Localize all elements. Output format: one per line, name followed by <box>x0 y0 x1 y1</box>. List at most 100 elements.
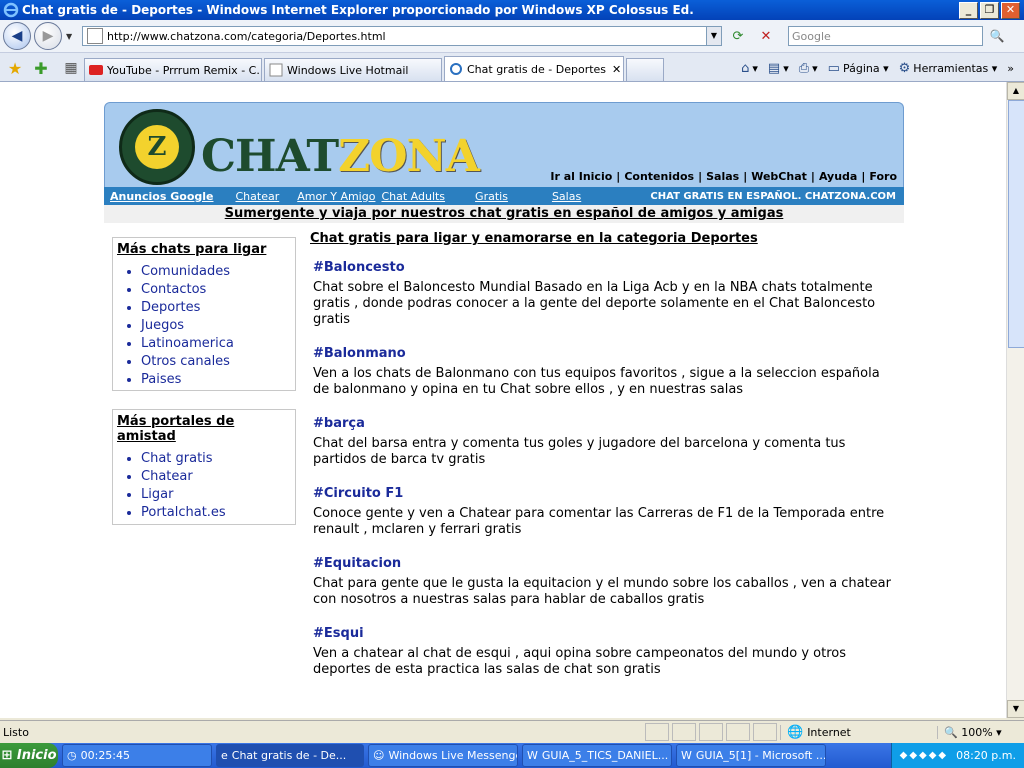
youtube-icon <box>89 65 103 75</box>
menu-chat-adults[interactable]: Chat Adults <box>381 190 445 203</box>
sidebar-link[interactable]: Paises <box>141 371 295 389</box>
nav-webchat[interactable]: WebChat <box>751 170 807 183</box>
nav-ayuda[interactable]: Ayuda <box>819 170 857 183</box>
home-icon: ⌂ <box>741 60 750 76</box>
history-dropdown-icon[interactable]: ▼ <box>66 32 76 41</box>
chat-entry: #Baloncesto Chat sobre el Baloncesto Mun… <box>313 260 894 328</box>
tools-menu[interactable]: ⚙ Herramientas ▾ <box>899 61 998 76</box>
window-titlebar: Chat gratis de - Deportes - Windows Inte… <box>0 0 1024 20</box>
window-title: Chat gratis de - Deportes - Windows Inte… <box>22 3 694 17</box>
tab-label: Windows Live Hotmail <box>287 63 409 77</box>
sidebar-link[interactable]: Juegos <box>141 317 295 335</box>
site-tagline: Sumergente y viaja por nuestros chat gra… <box>104 205 904 223</box>
address-dropdown-icon[interactable]: ▼ <box>706 27 721 45</box>
add-favorite-icon[interactable]: ✚ <box>30 57 52 79</box>
taskbar-item-word2[interactable]: W GUIA_5[1] - Microsoft ... <box>676 744 826 767</box>
chatzona-site: Z CHATZONA Ir al Inicio | Contenidos | Salas… <box>104 102 904 718</box>
tools-menu-label: Herramientas <box>913 61 989 75</box>
print-button[interactable]: ⎙ ▾ <box>799 61 818 76</box>
sidebar-link[interactable]: Ligar <box>141 486 295 504</box>
chat-entry-title[interactable]: #Circuito F1 <box>313 486 894 501</box>
taskbar-item-timer[interactable]: ◷ 00:25:45 <box>62 744 212 767</box>
status-cell <box>726 723 750 741</box>
more-chevron-icon[interactable]: » <box>1007 62 1014 75</box>
taskbar-item-label: Chat gratis de - De... <box>231 749 347 762</box>
back-button[interactable]: ◀ <box>3 22 31 50</box>
sidebar-link[interactable]: Otros canales <box>141 353 295 371</box>
messenger-icon: ☺ <box>373 749 385 762</box>
scroll-down-icon[interactable]: ▼ <box>1007 700 1024 718</box>
main-content: Chat gratis para ligar y enamorarse en l… <box>310 231 894 696</box>
nav-foro[interactable]: Foro <box>869 170 897 183</box>
sidebar-link[interactable]: Latinoamerica <box>141 335 295 353</box>
sidebar-link[interactable]: Portalchat.es <box>141 504 295 522</box>
lock-icon <box>753 723 777 741</box>
chat-entry: #Esqui Ven a chatear al chat de esqui , … <box>313 626 894 678</box>
page-menu[interactable]: ▭ Página ▾ <box>828 61 889 76</box>
category-heading: Chat gratis para ligar y enamorarse en l… <box>310 231 758 246</box>
sidebar-box-portales: Más portales de amistad Chat gratis Chat… <box>112 409 296 525</box>
refresh-icon[interactable]: ⟳ <box>726 25 750 47</box>
nav-contenidos[interactable]: Contenidos <box>624 170 694 183</box>
vertical-scrollbar[interactable]: ▲ ▼ <box>1006 82 1024 718</box>
sidebar-link[interactable]: Chatear <box>141 468 295 486</box>
scroll-thumb[interactable] <box>1008 100 1024 348</box>
chat-entry-title[interactable]: #Equitacion <box>313 556 894 571</box>
address-field[interactable]: http://www.chatzona.com/categoria/Deport… <box>82 26 722 46</box>
taskbar-item-messenger[interactable]: ☺ Windows Live Messenger <box>368 744 518 767</box>
chat-entry-title[interactable]: #Baloncesto <box>313 260 894 275</box>
address-url[interactable]: http://www.chatzona.com/categoria/Deport… <box>107 30 706 43</box>
scroll-up-icon[interactable]: ▲ <box>1007 82 1024 100</box>
close-window-button[interactable]: ✕ <box>1001 1 1020 19</box>
globe-icon: 🌐 <box>787 724 804 740</box>
chat-entry-desc: Ven a chatear al chat de esqui , aqui op… <box>313 646 846 677</box>
sidebar-link[interactable]: Contactos <box>141 281 295 299</box>
logo-badge-letter: Z <box>135 125 179 169</box>
chat-entry: #Balonmano Ven a los chats de Balonmano … <box>313 346 894 398</box>
tab-chatzona[interactable]: Chat gratis de - Deportes ✕ <box>444 56 624 81</box>
tab-hotmail[interactable]: Windows Live Hotmail <box>264 58 442 81</box>
new-tab-button[interactable] <box>626 58 664 81</box>
nav-inicio[interactable]: Ir al Inicio <box>550 170 612 183</box>
tab-label: YouTube - Prrrum Remix - C... <box>107 63 262 77</box>
search-input[interactable]: Google <box>788 26 983 46</box>
site-logo[interactable]: CHATZONA <box>201 131 480 182</box>
sidebar-link[interactable]: Chat gratis <box>141 450 295 468</box>
menu-amor-y-amigo[interactable]: Amor Y Amigo <box>297 190 375 203</box>
search-icon[interactable]: 🔍 <box>987 26 1007 46</box>
taskbar-item-label: 00:25:45 <box>80 749 131 762</box>
chatzona-logo-badge[interactable]: Z <box>119 109 195 185</box>
sidebar-link[interactable]: Deportes <box>141 299 295 317</box>
page-content: Z CHATZONA Ir al Inicio | Contenidos | Salas… <box>0 82 1006 718</box>
chat-entry-title[interactable]: #Esqui <box>313 626 894 641</box>
menu-salas[interactable]: Salas <box>552 190 581 203</box>
ie-logo-icon <box>3 2 19 18</box>
home-button[interactable]: ⌂ ▾ <box>741 61 758 76</box>
maximize-button[interactable]: ❐ <box>980 1 999 19</box>
feeds-button[interactable]: ▤ ▾ <box>768 61 789 76</box>
taskbar-item-ie[interactable]: e Chat gratis de - De... <box>216 744 364 767</box>
stop-icon[interactable]: ✕ <box>754 25 778 47</box>
nav-salas[interactable]: Salas <box>706 170 739 183</box>
menu-anuncios-google[interactable]: Anuncios Google <box>110 190 213 203</box>
forward-button[interactable]: ▶ <box>34 22 62 50</box>
zoom-control[interactable]: 🔍 100% ▾ <box>937 725 1024 739</box>
quick-tabs-icon[interactable]: ▦ <box>60 57 82 79</box>
chat-entry-title[interactable]: #Balonmano <box>313 346 894 361</box>
favorites-star-icon[interactable]: ★ <box>4 57 26 79</box>
timer-icon: ◷ <box>67 749 77 762</box>
chat-entry-desc: Ven a los chats de Balonmano con tus equ… <box>313 366 880 397</box>
tab-youtube[interactable]: YouTube - Prrrum Remix - C... <box>84 58 262 81</box>
start-button[interactable]: ⊞ Inicio <box>0 743 58 768</box>
sidebar-link[interactable]: Comunidades <box>141 263 295 281</box>
menu-gratis[interactable]: Gratis <box>475 190 508 203</box>
security-zone[interactable]: 🌐 Internet <box>780 724 937 740</box>
taskbar-item-word1[interactable]: W GUIA_5_TICS_DANIEL... <box>522 744 672 767</box>
menu-chatear[interactable]: Chatear <box>235 190 279 203</box>
chat-entry-title[interactable]: #barça <box>313 416 894 431</box>
site-header: Z CHATZONA Ir al Inicio | Contenidos | Salas… <box>104 102 904 187</box>
minimize-button[interactable]: _ <box>959 1 978 19</box>
tray-icons[interactable]: ◆◆◆◆◆ <box>900 750 948 761</box>
word-icon: W <box>681 749 692 762</box>
close-tab-icon[interactable]: ✕ <box>606 63 621 76</box>
